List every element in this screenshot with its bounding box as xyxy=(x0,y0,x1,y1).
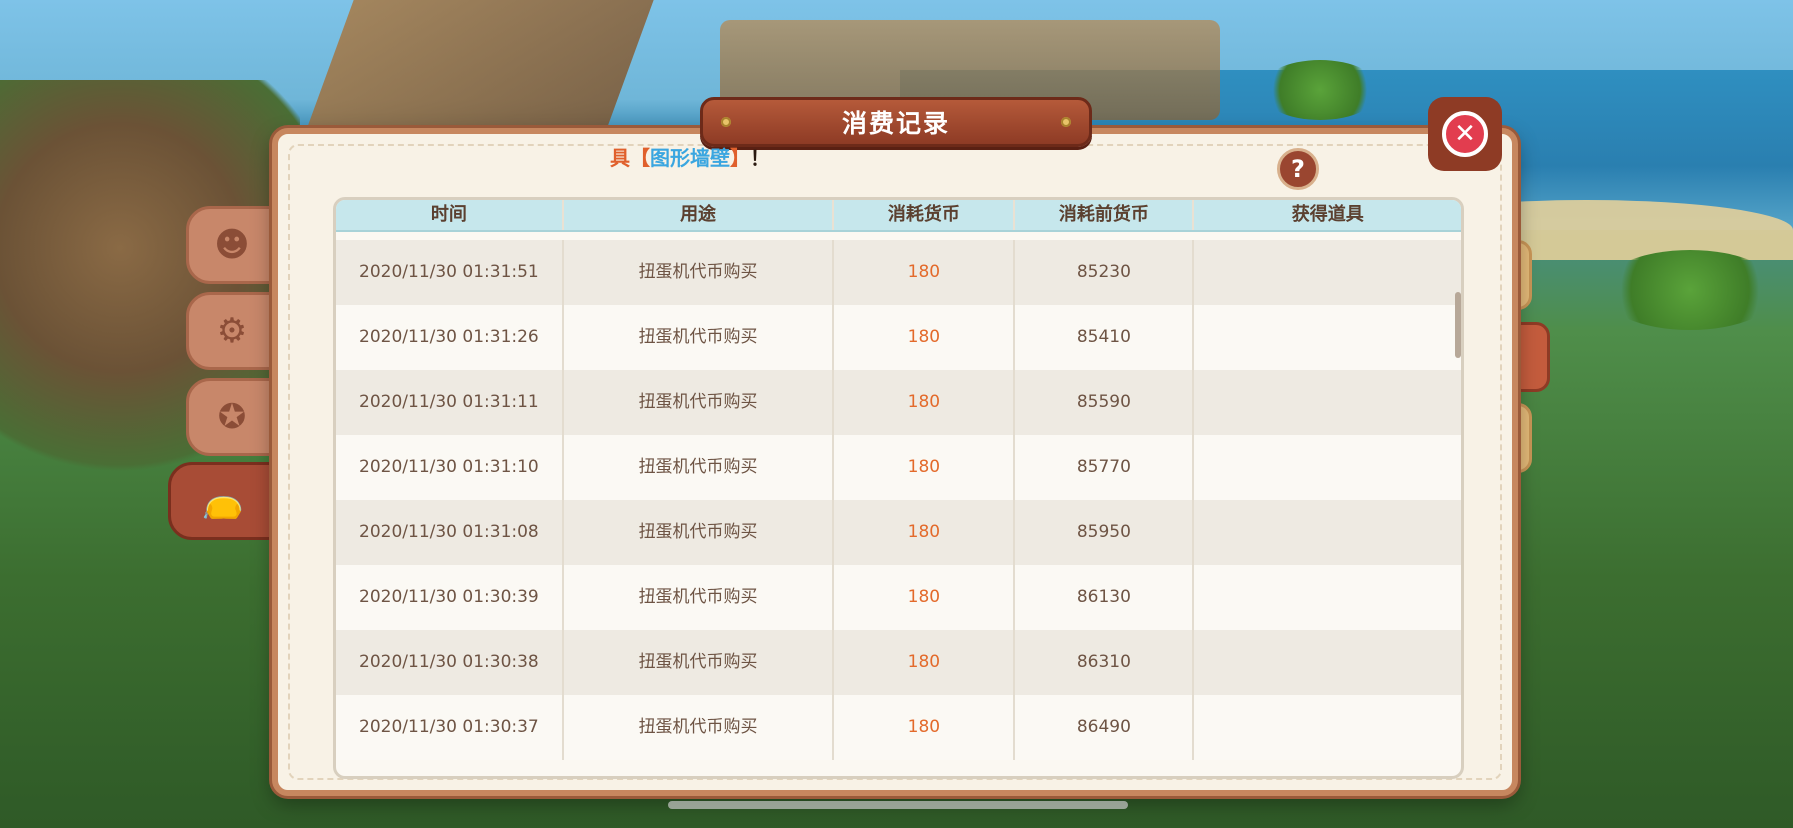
header-item: 获得道具 xyxy=(1291,204,1364,225)
tab-settings[interactable]: ⚙ xyxy=(186,292,278,370)
background-palm xyxy=(1600,250,1780,330)
cell-time: 2020/11/30 01:31:08 xyxy=(336,500,564,565)
marquee-highlight: 图形墙壁 xyxy=(650,146,730,170)
cell-purpose: 扭蛋机代币购买 xyxy=(564,435,835,500)
cell-before: 86130 xyxy=(1015,565,1195,630)
marquee-suffix: ！ xyxy=(750,146,770,170)
cell-time: 2020/11/30 01:31:11 xyxy=(336,370,564,435)
tab-character[interactable]: ☻ xyxy=(186,206,278,284)
badge-icon: ✪ xyxy=(217,397,247,437)
cell-cost: 180 xyxy=(834,435,1016,500)
background-palm xyxy=(1260,60,1380,120)
cell-purpose: 扭蛋机代币购买 xyxy=(564,240,835,305)
cell-time: 2020/11/30 01:31:10 xyxy=(336,435,564,500)
table-row: 2020/11/30 01:31:10 扭蛋机代币购买 180 85770 xyxy=(336,435,1461,500)
header-cost: 消耗货币 xyxy=(834,200,1016,230)
cell-before: 85230 xyxy=(1015,240,1195,305)
cell-cost: 180 xyxy=(834,500,1016,565)
table-row: 2020/11/30 01:31:51 扭蛋机代币购买 180 85230 xyxy=(336,240,1461,305)
cell-before: 86490 xyxy=(1015,695,1195,760)
cell-before: 85590 xyxy=(1015,370,1195,435)
cell-item xyxy=(1194,370,1461,435)
table-row: 2020/11/30 01:31:26 扭蛋机代币购买 180 85410 xyxy=(336,305,1461,370)
cell-purpose: 扭蛋机代币购买 xyxy=(564,630,835,695)
cell-item xyxy=(1194,630,1461,695)
cell-purpose: 扭蛋机代币购买 xyxy=(564,565,835,630)
cell-item xyxy=(1194,240,1461,305)
cell-purpose: 扭蛋机代币购买 xyxy=(564,500,835,565)
table-row: 2020/11/30 01:30:39 扭蛋机代币购买 180 86130 xyxy=(336,565,1461,630)
close-icon: ✕ xyxy=(1442,111,1488,157)
table-row: 2020/11/30 01:31:11 扭蛋机代币购买 180 85590 xyxy=(336,370,1461,435)
cell-before: 86310 xyxy=(1015,630,1195,695)
title-banner: 消费记录 xyxy=(700,97,1092,147)
cell-item xyxy=(1194,565,1461,630)
header-purpose: 用途 xyxy=(564,200,835,230)
marquee-bracket-open: 【 xyxy=(630,146,650,170)
close-button[interactable]: ✕ xyxy=(1428,97,1502,171)
help-button[interactable]: ? xyxy=(1277,148,1319,190)
table-header: 时间 用途 消耗货币 消耗前货币 获得道具 xyxy=(336,200,1461,232)
cell-time: 2020/11/30 01:30:38 xyxy=(336,630,564,695)
cell-cost: 180 xyxy=(834,695,1016,760)
bolt-icon xyxy=(721,117,731,127)
cell-cost: 180 xyxy=(834,305,1016,370)
cell-time: 2020/11/30 01:30:37 xyxy=(336,695,564,760)
table-scrollbar[interactable] xyxy=(1455,292,1461,358)
cell-purpose: 扭蛋机代币购买 xyxy=(564,370,835,435)
cell-cost: 180 xyxy=(834,565,1016,630)
cell-purpose: 扭蛋机代币购买 xyxy=(564,305,835,370)
cell-cost: 180 xyxy=(834,370,1016,435)
gear-icon: ⚙ xyxy=(216,311,248,351)
background-ship xyxy=(306,0,654,130)
cell-item xyxy=(1194,305,1461,370)
record-table: 时间 用途 消耗货币 消耗前货币 获得道具 2020/11/30 01:31:5… xyxy=(333,197,1464,779)
header-before: 消耗前货币 xyxy=(1015,200,1195,230)
announcement-marquee: 具【图形墙壁】！ xyxy=(610,142,770,170)
cell-time: 2020/11/30 01:31:51 xyxy=(336,240,564,305)
cell-time: 2020/11/30 01:30:39 xyxy=(336,565,564,630)
help-icon: ? xyxy=(1291,155,1305,183)
cell-before: 85950 xyxy=(1015,500,1195,565)
marquee-bracket-close: 】 xyxy=(730,146,750,170)
bag-icon: 👝 xyxy=(201,481,245,521)
marquee-prefix: 具 xyxy=(610,146,630,170)
tab-bag[interactable]: 👝 xyxy=(168,462,278,540)
cell-cost: 180 xyxy=(834,630,1016,695)
cell-item xyxy=(1194,500,1461,565)
cell-time: 2020/11/30 01:31:26 xyxy=(336,305,564,370)
cell-item xyxy=(1194,695,1461,760)
home-indicator[interactable] xyxy=(668,801,1128,809)
header-time: 时间 xyxy=(336,200,564,230)
cell-before: 85770 xyxy=(1015,435,1195,500)
table-row: 2020/11/30 01:31:08 扭蛋机代币购买 180 85950 xyxy=(336,500,1461,565)
table-row: 2020/11/30 01:30:37 扭蛋机代币购买 180 86490 xyxy=(336,695,1461,760)
table-row: 2020/11/30 01:30:38 扭蛋机代币购买 180 86310 xyxy=(336,630,1461,695)
table-body[interactable]: 2020/11/30 01:31:51 扭蛋机代币购买 180 85230 20… xyxy=(336,240,1461,760)
cell-item xyxy=(1194,435,1461,500)
tab-badge[interactable]: ✪ xyxy=(186,378,278,456)
cell-before: 85410 xyxy=(1015,305,1195,370)
cell-cost: 180 xyxy=(834,240,1016,305)
page-title: 消费记录 xyxy=(841,109,950,138)
character-icon: ☻ xyxy=(214,225,250,265)
cell-purpose: 扭蛋机代币购买 xyxy=(564,695,835,760)
bolt-icon xyxy=(1061,117,1071,127)
